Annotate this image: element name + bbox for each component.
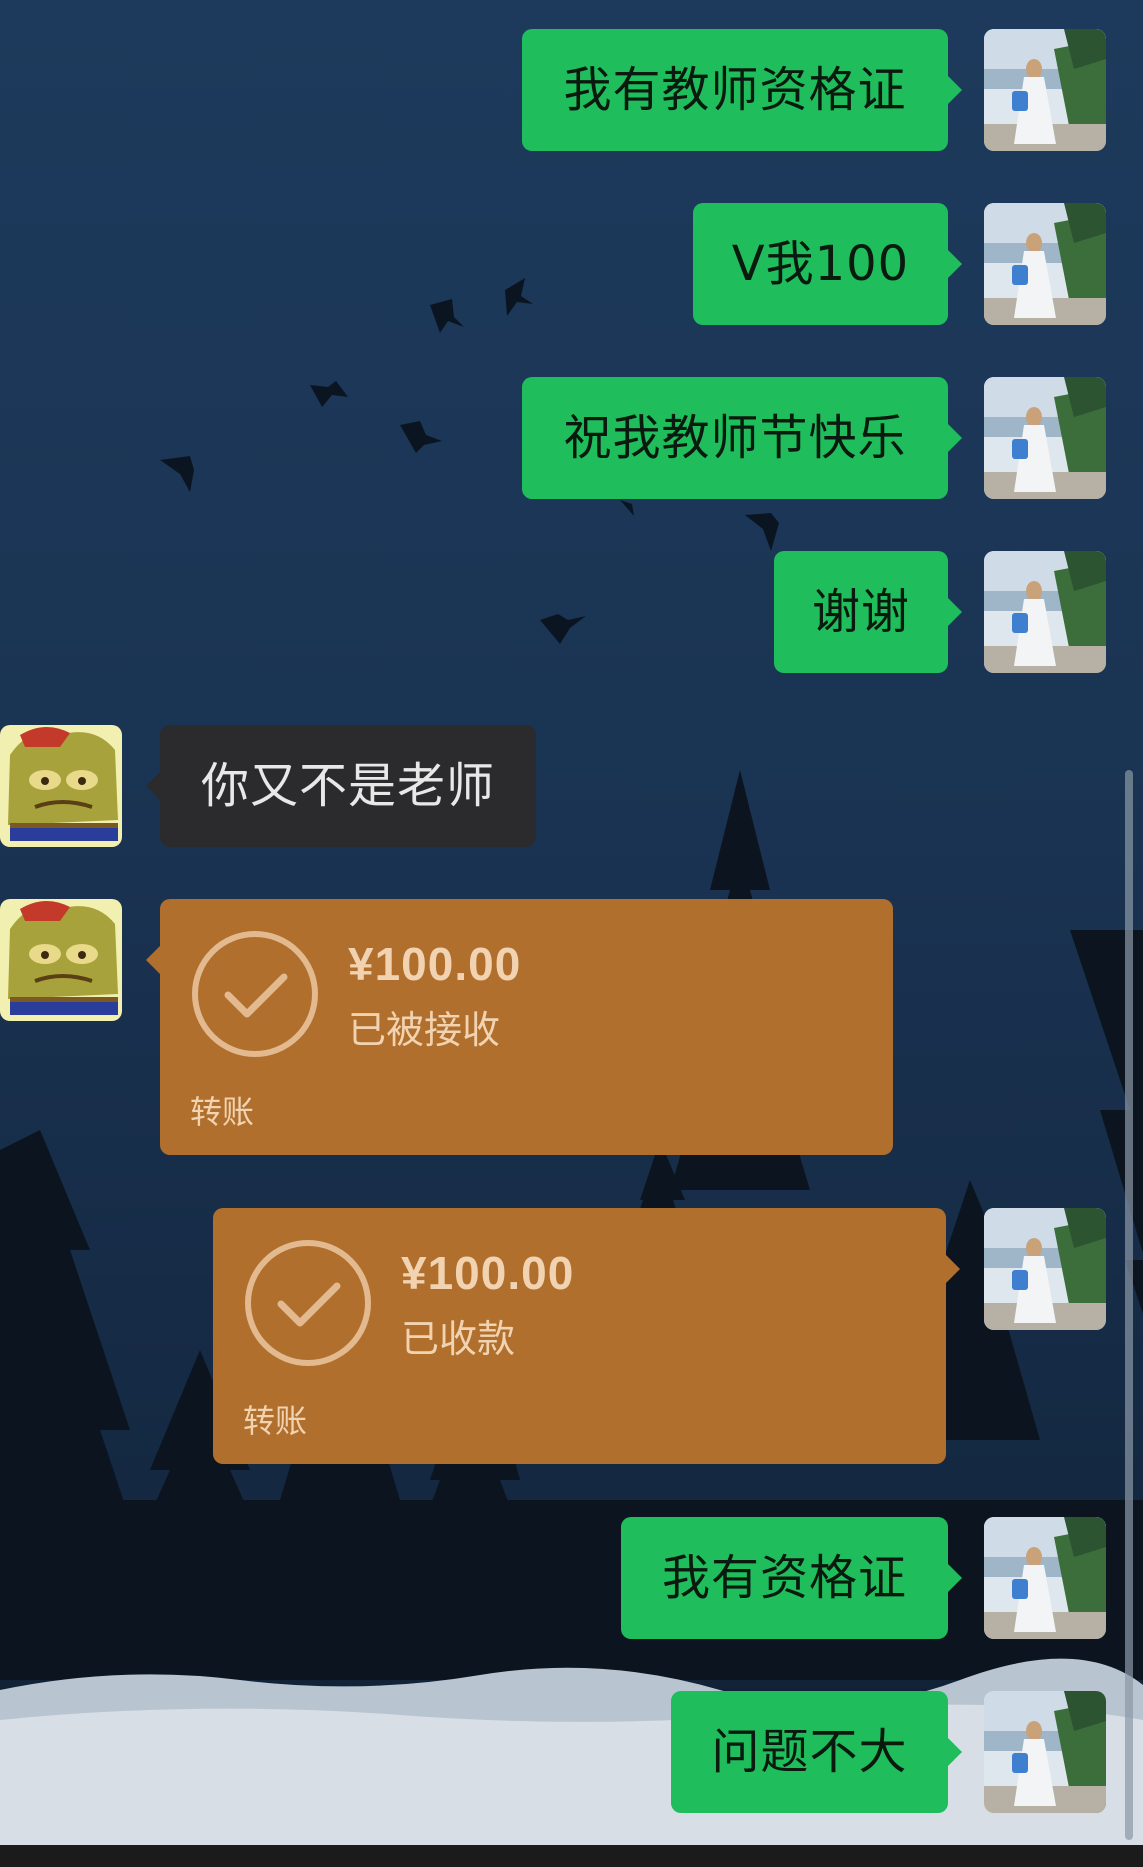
transfer-status: 已被接收 [348, 1008, 501, 1052]
transfer-card[interactable]: ¥100.00 已收款 转账 [213, 1208, 960, 1464]
message-text: 我有资格证 [661, 1550, 907, 1606]
sent-message-bubble[interactable]: 谢谢 [774, 551, 962, 673]
transfer-status: 已收款 [401, 1317, 516, 1361]
check-circle-icon [192, 931, 318, 1057]
message-text: V我100 [731, 236, 910, 292]
chat-scrollbar[interactable] [1125, 770, 1133, 1840]
sent-message-bubble[interactable]: 我有资格证 [621, 1517, 962, 1639]
sent-message-bubble[interactable]: 祝我教师节快乐 [522, 377, 962, 499]
sent-message-bubble[interactable]: V我100 [693, 203, 962, 325]
received-message-bubble[interactable]: 你又不是老师 [146, 725, 536, 847]
girl-by-sea-avatar-icon [984, 377, 1106, 499]
girl-by-sea-avatar-icon [984, 1691, 1106, 1813]
my-avatar[interactable] [984, 377, 1106, 499]
my-avatar[interactable] [984, 1208, 1106, 1330]
transfer-amount: ¥100.00 [401, 1247, 575, 1299]
spongebob-meme-avatar-icon [0, 725, 122, 847]
my-avatar[interactable] [984, 1517, 1106, 1639]
girl-by-sea-avatar-icon [984, 29, 1106, 151]
my-avatar[interactable] [984, 29, 1106, 151]
girl-by-sea-avatar-icon [984, 1517, 1106, 1639]
my-avatar[interactable] [984, 551, 1106, 673]
transfer-card[interactable]: ¥100.00 已被接收 转账 [146, 899, 893, 1155]
sent-message-bubble[interactable]: 问题不大 [671, 1691, 962, 1813]
message-text: 祝我教师节快乐 [563, 410, 907, 466]
sent-message-bubble[interactable]: 我有教师资格证 [522, 29, 962, 151]
message-text: 你又不是老师 [200, 758, 495, 814]
transfer-amount: ¥100.00 [348, 938, 522, 990]
girl-by-sea-avatar-icon [984, 1208, 1106, 1330]
message-text: 谢谢 [811, 584, 910, 640]
girl-by-sea-avatar-icon [984, 551, 1106, 673]
transfer-label: 转账 [190, 1093, 255, 1131]
check-circle-icon [245, 1240, 371, 1366]
my-avatar[interactable] [984, 203, 1106, 325]
message-text: 我有教师资格证 [563, 62, 907, 118]
contact-avatar[interactable] [0, 725, 122, 847]
spongebob-meme-avatar-icon [0, 899, 122, 1021]
contact-avatar[interactable] [0, 899, 122, 1021]
transfer-label: 转账 [243, 1402, 308, 1440]
message-text: 问题不大 [711, 1724, 908, 1780]
my-avatar[interactable] [984, 1691, 1106, 1813]
girl-by-sea-avatar-icon [984, 203, 1106, 325]
chat-message-list[interactable]: 我有教师资格证 V我100 祝我教师节快乐 谢谢 你又不是老师 ¥100.00 … [0, 0, 1143, 1867]
